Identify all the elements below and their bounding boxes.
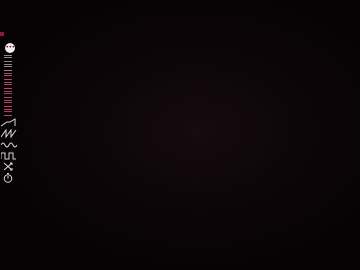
layer-item[interactable] xyxy=(4,91,12,98)
layer-item[interactable] xyxy=(4,100,12,107)
sawtooth-wave-button[interactable] xyxy=(1,129,17,138)
sine-wave-button[interactable] xyxy=(1,140,17,149)
ramp-wave-icon xyxy=(1,118,16,127)
layer-stack xyxy=(4,55,13,118)
active-indicator xyxy=(0,32,4,36)
timer-icon xyxy=(3,173,13,183)
timer-button[interactable] xyxy=(1,173,17,183)
layer-item[interactable] xyxy=(4,82,12,89)
ramp-wave-button[interactable] xyxy=(1,118,17,127)
canvas-area[interactable]: ••• xyxy=(0,0,360,270)
more-button[interactable]: ••• xyxy=(5,43,15,53)
wave-tool-group xyxy=(1,118,17,184)
layer-item[interactable] xyxy=(4,55,12,62)
more-dots-icon: ••• xyxy=(5,44,15,51)
layer-item[interactable] xyxy=(4,64,12,71)
sine-wave-icon xyxy=(1,142,17,148)
layer-item[interactable] xyxy=(4,73,12,80)
square-wave-button[interactable] xyxy=(1,151,17,160)
layer-item[interactable] xyxy=(4,109,12,116)
shuffle-button[interactable] xyxy=(1,162,17,171)
shuffle-icon xyxy=(3,162,13,171)
sidebar: ••• xyxy=(0,0,18,270)
sawtooth-wave-icon xyxy=(1,129,17,138)
square-wave-icon xyxy=(1,152,16,160)
